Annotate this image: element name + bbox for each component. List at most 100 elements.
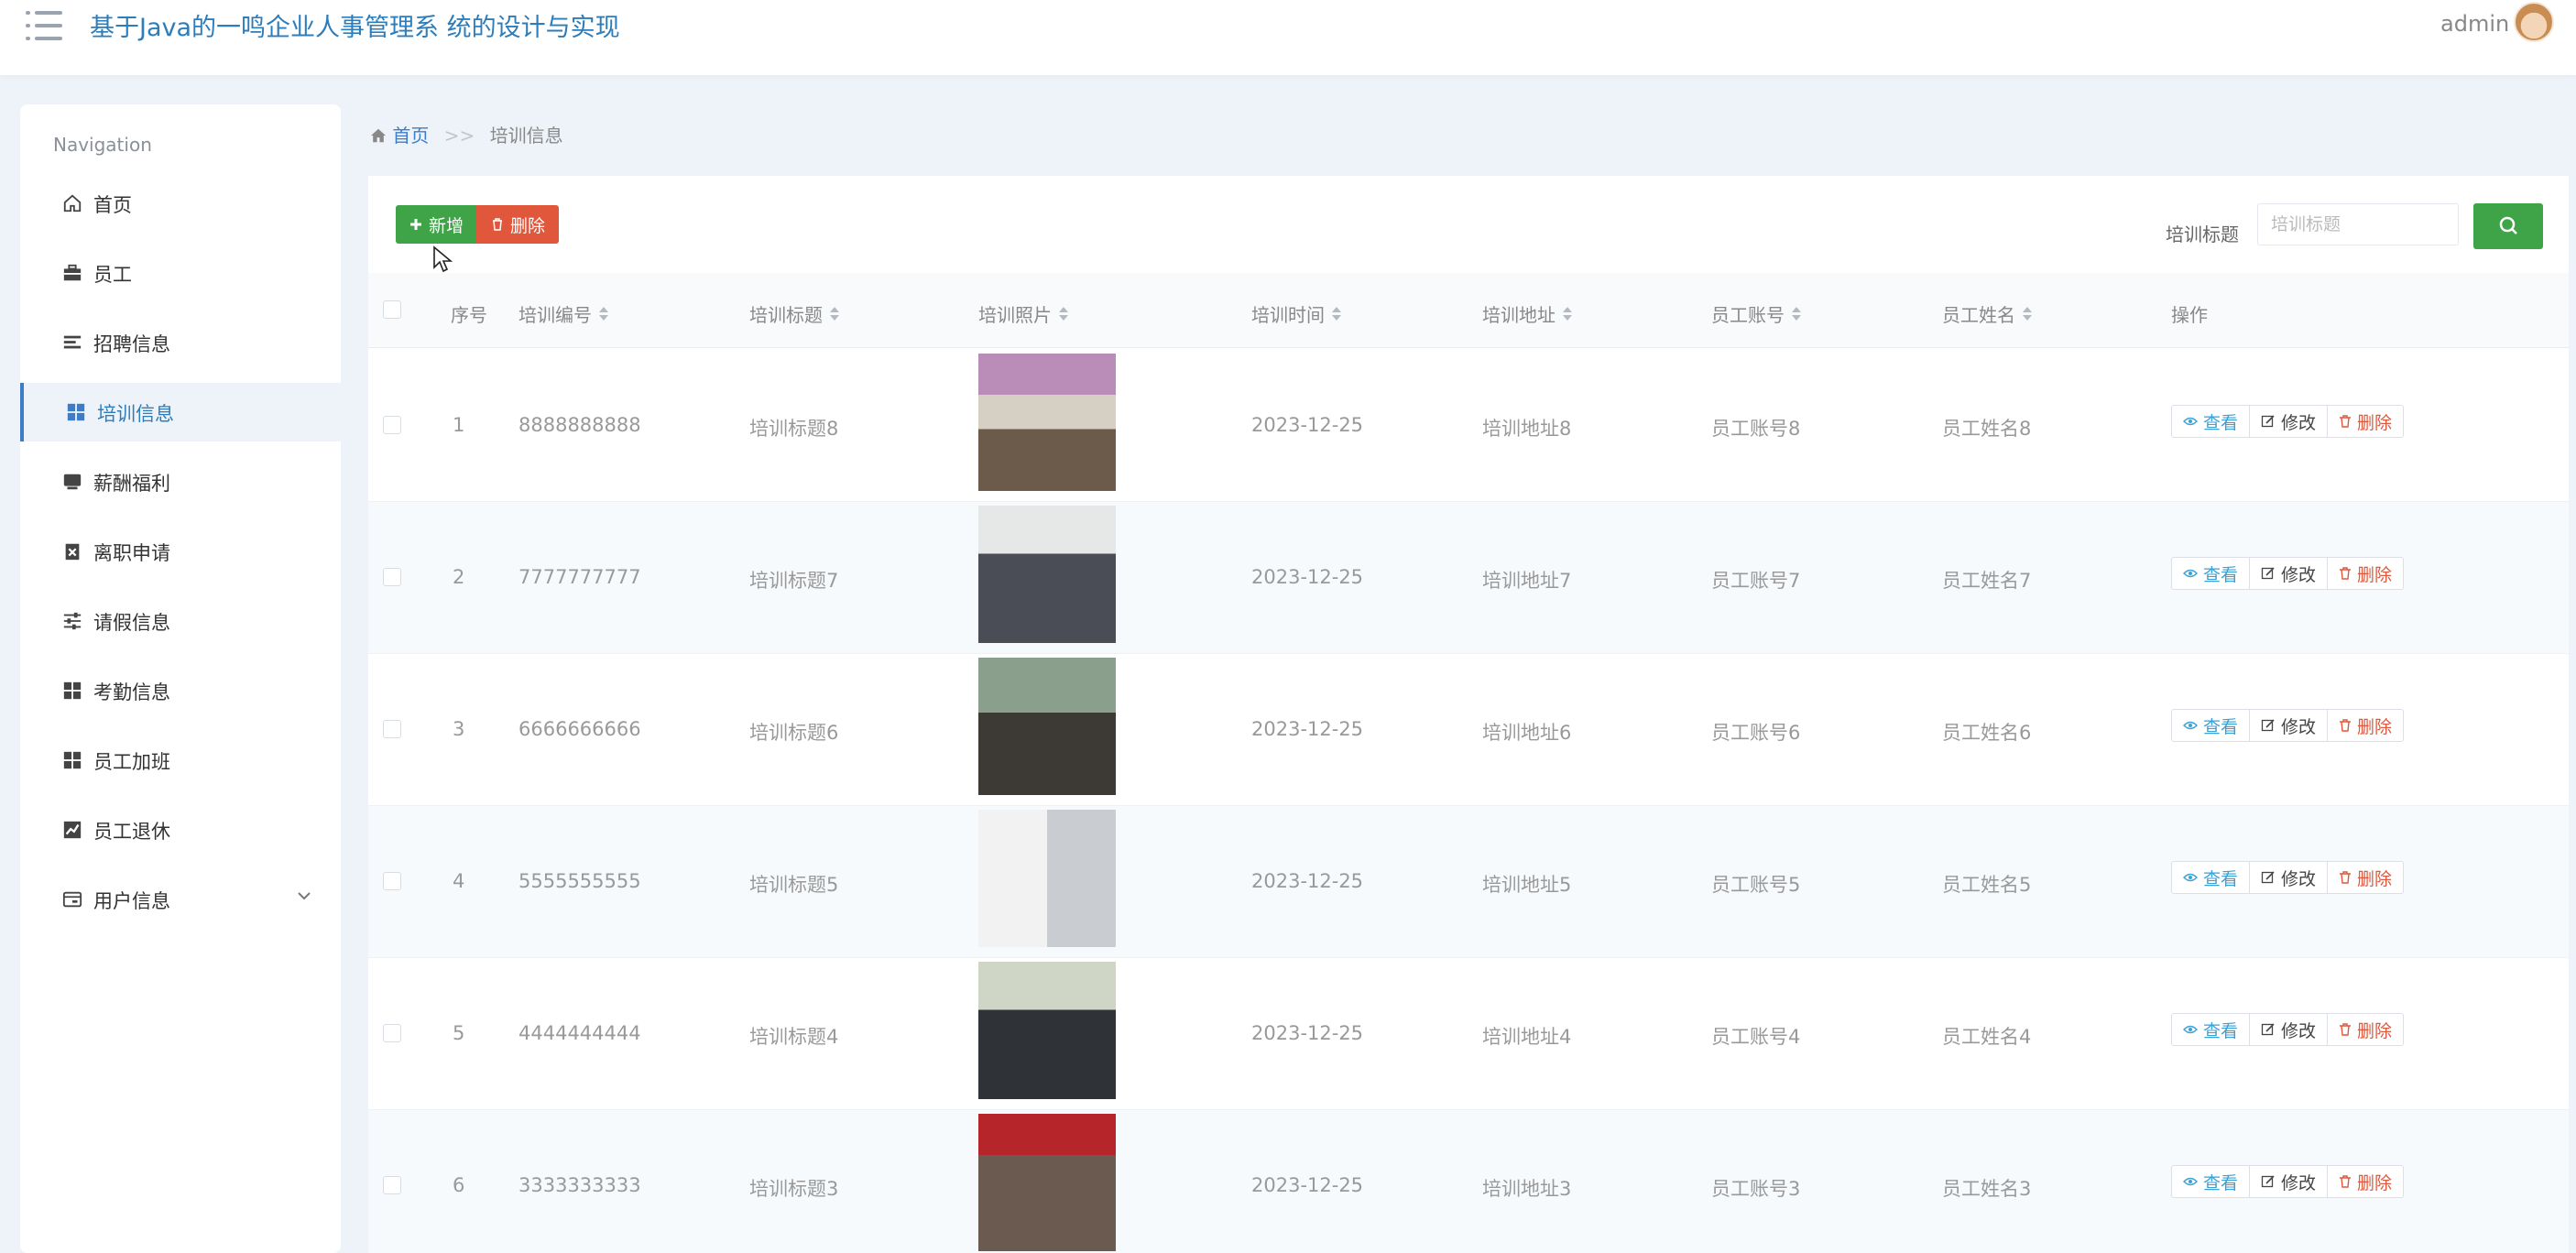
- sidebar-item-label: 招聘信息: [93, 333, 170, 355]
- nav-heading: Navigation: [53, 134, 152, 156]
- mouse-cursor-icon: [433, 245, 453, 273]
- row-code: 7777777777: [518, 566, 641, 588]
- training-photo[interactable]: [978, 506, 1116, 643]
- delete-label: 删除: [2357, 1020, 2393, 1041]
- sort-icon[interactable]: [1563, 306, 1572, 321]
- menu-toggle-icon[interactable]: [26, 9, 62, 42]
- edit-button[interactable]: 修改: [2249, 557, 2329, 590]
- row-checkbox[interactable]: [383, 872, 401, 890]
- select-all-checkbox[interactable]: [383, 300, 401, 319]
- row-account: 员工账号6: [1711, 722, 1801, 744]
- top-header: 基于Java的一鸣企业人事管理系 统的设计与实现 admin: [0, 0, 2576, 75]
- user-name[interactable]: admin: [2440, 11, 2509, 37]
- column-time[interactable]: 培训时间: [1251, 300, 1341, 327]
- sidebar-item-users[interactable]: 用户信息: [20, 870, 341, 929]
- edit-icon: [2261, 1023, 2275, 1036]
- sidebar-item-attendance[interactable]: 考勤信息: [20, 661, 341, 720]
- edit-button[interactable]: 修改: [2249, 1013, 2329, 1046]
- sidebar-item-home[interactable]: 首页: [20, 174, 341, 233]
- column-code[interactable]: 培训编号: [518, 300, 608, 327]
- row-checkbox[interactable]: [383, 568, 401, 586]
- row-address: 培训地址3: [1482, 1178, 1572, 1200]
- plus-icon: [409, 219, 421, 230]
- briefcase-icon: [63, 264, 82, 281]
- row-delete-button[interactable]: 删除: [2327, 861, 2405, 894]
- sidebar-item-retirement[interactable]: 员工退休: [20, 801, 341, 859]
- edit-icon: [2261, 567, 2275, 580]
- row-delete-button[interactable]: 删除: [2327, 1013, 2405, 1046]
- sort-icon[interactable]: [599, 306, 608, 321]
- chevron-down-icon[interactable]: [295, 887, 313, 905]
- column-photo[interactable]: 培训照片: [978, 300, 1068, 327]
- home-icon: [371, 128, 386, 143]
- column-name[interactable]: 员工姓名: [1942, 300, 2032, 327]
- view-button[interactable]: 查看: [2171, 1013, 2251, 1046]
- search-button[interactable]: [2473, 203, 2543, 249]
- view-button[interactable]: 查看: [2171, 1165, 2251, 1198]
- grid-icon: [67, 403, 85, 421]
- row-code: 3333333333: [518, 1174, 641, 1196]
- sort-icon[interactable]: [1332, 306, 1341, 321]
- row-checkbox[interactable]: [383, 720, 401, 738]
- training-photo[interactable]: [978, 810, 1116, 947]
- row-code: 4444444444: [518, 1022, 641, 1044]
- sidebar-item-leave[interactable]: 请假信息: [20, 592, 341, 650]
- training-photo[interactable]: [978, 354, 1116, 491]
- edit-button[interactable]: 修改: [2249, 1165, 2329, 1198]
- view-button[interactable]: 查看: [2171, 861, 2251, 894]
- sidebar-item-recruitment[interactable]: 招聘信息: [20, 313, 341, 372]
- row-actions: 查看 修改 删除: [2171, 1013, 2405, 1046]
- avatar[interactable]: [2514, 2, 2554, 42]
- row-delete-button[interactable]: 删除: [2327, 1165, 2405, 1198]
- edit-label: 修改: [2281, 412, 2317, 433]
- view-button[interactable]: 查看: [2171, 709, 2251, 742]
- content-panel: 新增 删除 培训标题 序号 培训编号 培训标题 培训照片 培训时间 培训地址 员…: [368, 176, 2569, 1253]
- row-delete-button[interactable]: 删除: [2327, 557, 2405, 590]
- trash-icon: [2340, 1175, 2352, 1188]
- sidebar-item-training[interactable]: 培训信息: [20, 383, 341, 441]
- sidebar-item-overtime[interactable]: 员工加班: [20, 731, 341, 790]
- row-checkbox[interactable]: [383, 1024, 401, 1042]
- training-photo[interactable]: [978, 658, 1116, 795]
- row-name: 员工姓名5: [1942, 874, 2032, 896]
- sort-icon[interactable]: [1059, 306, 1068, 321]
- column-address[interactable]: 培训地址: [1482, 300, 1572, 327]
- training-photo[interactable]: [978, 962, 1116, 1099]
- edit-button[interactable]: 修改: [2249, 405, 2329, 438]
- breadcrumb-home[interactable]: 首页: [392, 125, 429, 147]
- row-checkbox[interactable]: [383, 416, 401, 434]
- sidebar-item-salary[interactable]: 薪酬福利: [20, 452, 341, 511]
- view-label: 查看: [2203, 412, 2239, 433]
- row-delete-button[interactable]: 删除: [2327, 709, 2405, 742]
- search-input[interactable]: [2257, 203, 2459, 245]
- row-actions: 查看 修改 删除: [2171, 557, 2405, 590]
- sidebar-item-label: 首页: [93, 194, 132, 216]
- edit-icon: [2261, 415, 2275, 428]
- search-label: 培训标题: [2166, 223, 2239, 245]
- sidebar-item-label: 员工: [93, 264, 132, 286]
- sidebar-item-resignation[interactable]: 离职申请: [20, 522, 341, 581]
- column-account[interactable]: 员工账号: [1711, 300, 1801, 327]
- delete-button-label: 删除: [509, 215, 545, 236]
- sidebar-item-employee[interactable]: 员工: [20, 244, 341, 302]
- row-account: 员工账号3: [1711, 1178, 1801, 1200]
- edit-button[interactable]: 修改: [2249, 709, 2329, 742]
- sort-icon[interactable]: [1792, 306, 1801, 321]
- add-button[interactable]: 新增: [396, 205, 476, 244]
- training-photo[interactable]: [978, 1114, 1116, 1251]
- sort-icon[interactable]: [2023, 306, 2032, 321]
- view-button[interactable]: 查看: [2171, 405, 2251, 438]
- row-index: 5: [453, 1022, 465, 1044]
- row-checkbox[interactable]: [383, 1176, 401, 1194]
- edit-button[interactable]: 修改: [2249, 861, 2329, 894]
- column-title[interactable]: 培训标题: [749, 300, 839, 327]
- row-name: 员工姓名6: [1942, 722, 2032, 744]
- view-button[interactable]: 查看: [2171, 557, 2251, 590]
- sort-icon[interactable]: [830, 306, 839, 321]
- delete-button[interactable]: 删除: [476, 205, 559, 244]
- row-account: 员工账号7: [1711, 570, 1801, 592]
- row-delete-button[interactable]: 删除: [2327, 405, 2405, 438]
- sliders-icon: [63, 612, 82, 630]
- trash-icon: [2340, 567, 2352, 580]
- row-index: 1: [453, 414, 465, 436]
